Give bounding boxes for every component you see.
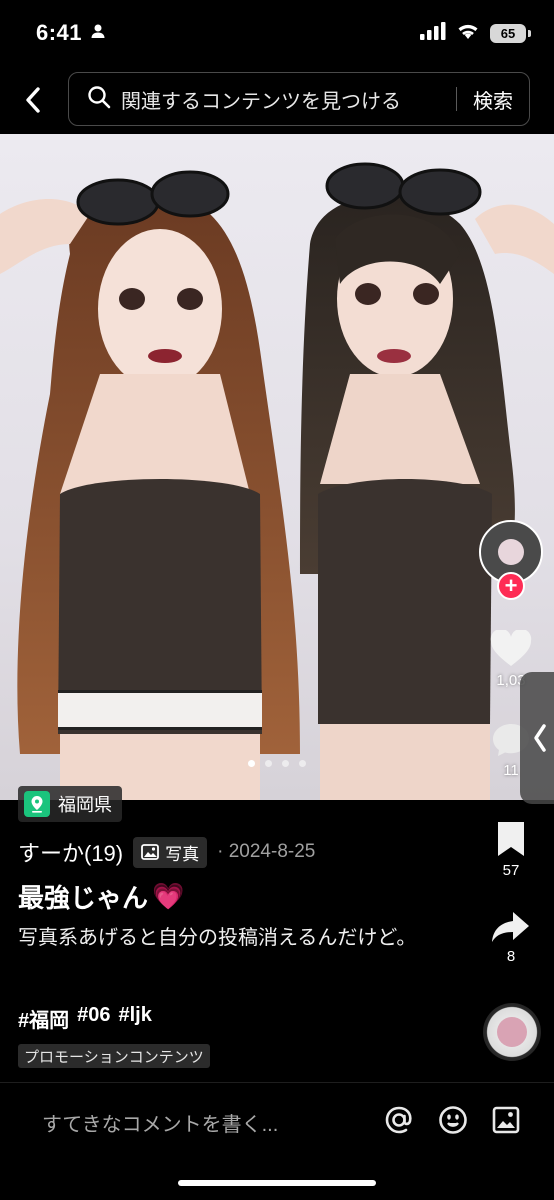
search-input[interactable]: 関連するコンテンツを見つける: [121, 85, 440, 114]
person-icon: [90, 23, 106, 44]
back-button[interactable]: [0, 66, 66, 134]
photo-pagination: [0, 760, 554, 767]
photo-illustration: [0, 162, 554, 800]
status-right: 65: [420, 21, 531, 45]
post-date: · 2024-8-25: [217, 841, 316, 862]
author-name[interactable]: すーか(19): [18, 836, 123, 868]
search-button[interactable]: 検索: [473, 85, 513, 114]
battery-indicator: 65: [490, 23, 531, 43]
chevron-left-icon: [26, 87, 40, 113]
home-indicator[interactable]: [178, 1180, 376, 1186]
pagination-dot[interactable]: [282, 760, 289, 767]
top-nav: 関連するコンテンツを見つける 検索: [0, 66, 554, 134]
clock: 6:41: [36, 20, 83, 45]
post-body: 写真系あげると自分の投稿消えるんだけど。: [18, 927, 417, 949]
bookmark-button[interactable]: 57: [479, 820, 543, 879]
location-tag[interactable]: 福岡県: [18, 786, 122, 822]
comment-tools: [384, 1105, 520, 1140]
music-cover: [497, 1017, 527, 1047]
search-bar[interactable]: 関連するコンテンツを見つける 検索: [68, 72, 530, 126]
search-divider: [456, 87, 457, 111]
location-pin-icon: [24, 791, 50, 817]
bookmark-count: 57: [502, 862, 520, 879]
pagination-dot[interactable]: [299, 760, 306, 767]
bookmark-icon: [498, 822, 524, 856]
divider: [0, 1082, 554, 1083]
cellular-signal-icon: [420, 21, 446, 45]
pagination-dot[interactable]: [265, 760, 272, 767]
status-bar: 6:41 65: [0, 0, 554, 66]
heart-icon: [490, 630, 532, 666]
hashtag-link[interactable]: #福岡: [18, 1004, 69, 1033]
post-type-badge: 写真: [133, 836, 208, 868]
share-count: 8: [506, 948, 516, 965]
hashtag-link[interactable]: #ljk: [119, 1004, 152, 1033]
search-icon: [87, 85, 111, 114]
hashtag-list: #福岡 #06 #ljk: [18, 1004, 152, 1033]
status-left: 6:41: [36, 20, 106, 46]
pink-heart-emoji: 💗: [152, 881, 185, 911]
share-button[interactable]: 8: [479, 910, 543, 965]
chevron-left-icon: [534, 724, 546, 752]
comment-count: 11: [503, 762, 519, 779]
emoji-icon[interactable]: [438, 1105, 468, 1140]
promotion-badge: プロモーションコンテンツ: [18, 1044, 210, 1068]
music-disc[interactable]: [483, 1003, 541, 1061]
post-photo[interactable]: [0, 134, 554, 800]
hashtag-link[interactable]: #06: [77, 1004, 110, 1033]
location-label: 福岡県: [58, 795, 112, 815]
post-title: 最強じゃん 💗: [18, 878, 184, 915]
photo-icon: [141, 844, 160, 860]
pagination-dot[interactable]: [248, 760, 255, 767]
creator-avatar[interactable]: +: [479, 520, 543, 604]
image-icon[interactable]: [492, 1106, 520, 1139]
share-arrow-icon: [492, 912, 529, 942]
comment-bar: すてきなコメントを書く...: [0, 1090, 554, 1154]
post-type-label: 写真: [165, 844, 200, 864]
mention-icon[interactable]: [384, 1105, 414, 1140]
author-row: すーか(19) 写真 · 2024-8-25: [18, 836, 315, 868]
side-panel-handle[interactable]: [520, 672, 554, 804]
post-title-text: 最強じゃん: [18, 883, 149, 913]
comment-input[interactable]: すてきなコメントを書く...: [42, 1108, 384, 1137]
follow-button[interactable]: +: [497, 572, 525, 600]
wifi-icon: [456, 22, 480, 45]
